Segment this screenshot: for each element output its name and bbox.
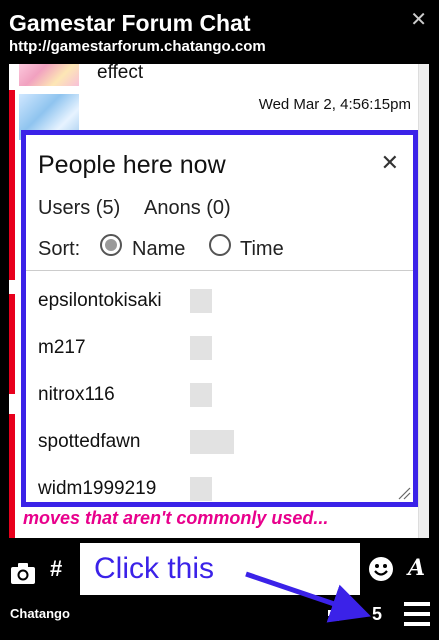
chat-scrollbar[interactable] bbox=[418, 64, 429, 538]
font-style-button[interactable]: A bbox=[408, 555, 425, 581]
user-list-item[interactable]: widm1999219 bbox=[38, 476, 156, 502]
bottom-toolbar: # A Chatango 5 bbox=[0, 538, 439, 640]
sound-icon[interactable] bbox=[326, 602, 348, 624]
user-list-item[interactable]: m217 bbox=[38, 335, 86, 361]
message-input[interactable] bbox=[80, 543, 360, 595]
camera-icon[interactable] bbox=[10, 560, 36, 586]
smiley-icon[interactable] bbox=[368, 556, 394, 582]
tab-anons[interactable]: Anons (0) bbox=[144, 195, 231, 221]
message-text: moves that aren't commonly used... bbox=[23, 508, 329, 528]
avatar[interactable] bbox=[19, 64, 79, 86]
user-thumbnail[interactable] bbox=[190, 336, 212, 360]
user-thumbnail[interactable] bbox=[190, 477, 212, 501]
resize-grip-icon[interactable] bbox=[397, 486, 411, 500]
chat-message: effect bbox=[9, 64, 419, 86]
message-color-bar bbox=[9, 294, 15, 394]
user-thumbnail[interactable] bbox=[190, 289, 212, 313]
chatango-brand[interactable]: Chatango bbox=[10, 606, 70, 621]
panel-title: People here now bbox=[38, 151, 226, 179]
sort-time-label[interactable]: Time bbox=[240, 236, 284, 262]
user-count[interactable]: 5 bbox=[372, 604, 382, 625]
chat-url[interactable]: http://gamestarforum.chatango.com bbox=[9, 38, 266, 56]
close-window-button[interactable]: ✕ bbox=[410, 10, 427, 30]
hamburger-menu-icon[interactable] bbox=[404, 602, 430, 626]
window-title: Gamestar Forum Chat bbox=[9, 10, 251, 36]
sort-name-label[interactable]: Name bbox=[132, 236, 185, 262]
tab-users[interactable]: Users (5) bbox=[38, 195, 120, 221]
message-timestamp: Wed Mar 2, 4:56:15pm bbox=[258, 96, 411, 113]
sort-label: Sort: bbox=[38, 238, 81, 260]
close-panel-button[interactable]: ✕ bbox=[381, 152, 399, 174]
title-bar: Gamestar Forum Chat http://gamestarforum… bbox=[0, 0, 439, 64]
user-thumbnail[interactable] bbox=[190, 430, 234, 454]
sort-name-radio[interactable] bbox=[100, 234, 122, 256]
hashtag-button[interactable]: # bbox=[50, 556, 62, 582]
user-thumbnail[interactable] bbox=[190, 383, 212, 407]
sort-time-radio[interactable] bbox=[209, 234, 231, 256]
message-color-bar bbox=[9, 414, 15, 538]
people-here-panel: People here now ✕ Users (5) Anons (0) So… bbox=[21, 130, 418, 507]
message-text: effect bbox=[97, 64, 144, 83]
user-list-item[interactable]: nitrox116 bbox=[38, 382, 115, 408]
user-list-item[interactable]: spottedfawn bbox=[38, 429, 140, 455]
user-list-item[interactable]: epsilontokisaki bbox=[38, 288, 162, 314]
divider bbox=[26, 270, 413, 271]
message-color-bar bbox=[9, 90, 15, 280]
